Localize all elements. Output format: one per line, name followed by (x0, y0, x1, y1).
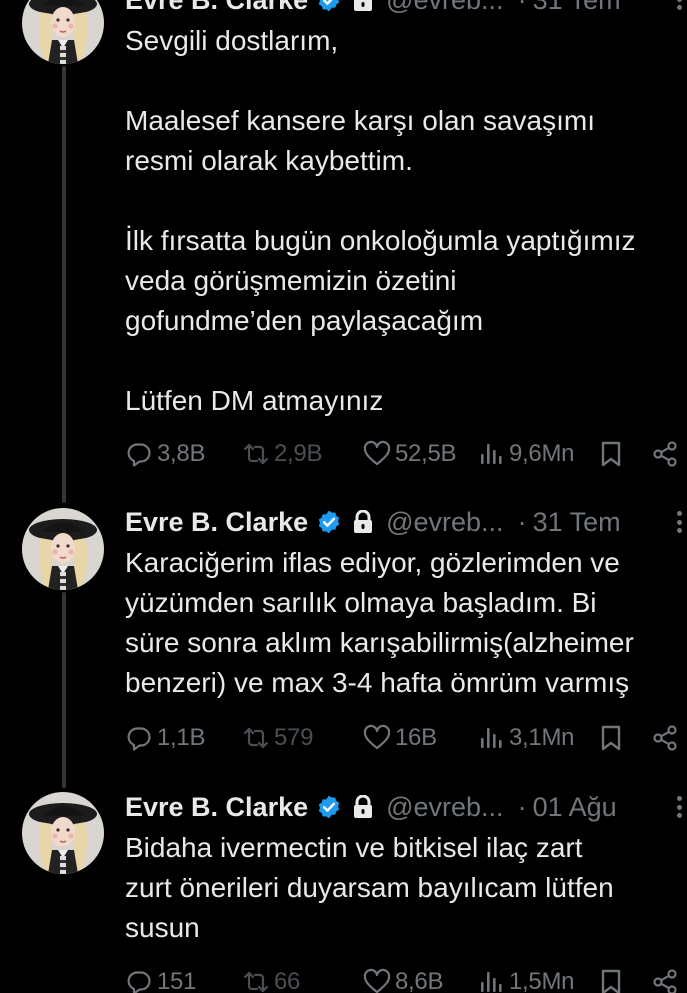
tweet-text: Sevgili dostlarım, Maalesef kansere karş… (125, 21, 687, 421)
repost-button[interactable]: 66 (242, 964, 300, 993)
heart-icon (363, 968, 391, 993)
text-line: Bidaha ivermectin ve bitkisel ilaç zart (125, 832, 583, 863)
like-button[interactable]: 8,6B (363, 964, 443, 993)
views-count: 9,6Mn (509, 440, 575, 467)
reply-count: 3,8B (157, 440, 206, 467)
text-line: Maalesef kansere karşı olan savaşımı (125, 105, 595, 136)
lock-icon (352, 0, 374, 12)
author-handle[interactable]: @evreb... (386, 792, 503, 823)
like-count: 52,5B (395, 440, 457, 467)
views-button[interactable]: 9,6Mn (477, 436, 575, 472)
share-button[interactable] (651, 964, 679, 993)
views-count: 1,5Mn (509, 968, 575, 993)
tweet-text: Karaciğerim iflas ediyor, gözlerimden ve… (125, 543, 687, 703)
text-line: gofundme’den paylaşacağım (125, 305, 484, 336)
bookmark-button[interactable] (597, 720, 625, 756)
like-count: 16B (395, 724, 437, 751)
author-name[interactable]: Evre B. Clarke (125, 0, 308, 16)
text-line: zurt önerileri duyarsam bayılıcam lütfen (125, 872, 614, 903)
reply-count: 151 (157, 968, 197, 993)
share-icon (653, 441, 677, 467)
bookmark-button[interactable] (597, 964, 625, 993)
text-line: susun (125, 912, 200, 943)
share-button[interactable] (651, 720, 679, 756)
speech-bubble-icon (127, 443, 151, 467)
avatar[interactable] (22, 508, 104, 590)
text-line: Karaciğerim iflas ediyor, gözlerimden ve (125, 547, 620, 578)
share-icon (653, 725, 677, 751)
avatar[interactable] (22, 792, 104, 874)
lock-icon (352, 510, 374, 534)
more-vertical-icon[interactable] (674, 792, 684, 822)
separator-dot: · (517, 791, 527, 822)
views-button[interactable]: 3,1Mn (477, 720, 575, 756)
tweet-actions: 1,1B 579 16B 3,1Mn (125, 720, 687, 756)
thread-line (62, 66, 66, 503)
like-button[interactable]: 16B (363, 720, 437, 756)
reply-button[interactable]: 151 (125, 964, 196, 993)
tweet-date[interactable]: 31 Tem (533, 507, 621, 538)
verified-badge-icon (317, 509, 341, 535)
tweet-actions: 3,8B 2,9B 52,5B 9,6Mn (125, 436, 687, 472)
repost-count: 66 (274, 968, 301, 993)
author-handle[interactable]: @evreb... (386, 0, 503, 16)
more-vertical-icon[interactable] (674, 0, 684, 14)
text-line: süre sonra aklım karışabilirmiş(alzheime… (125, 627, 634, 658)
heart-icon (363, 440, 391, 466)
separator-dot: · (517, 506, 527, 537)
like-button[interactable]: 52,5B (363, 436, 457, 472)
text-line: Sevgili dostlarım, (125, 25, 339, 56)
bookmark-icon (601, 441, 621, 467)
heart-icon (363, 724, 391, 750)
bookmark-icon (601, 969, 621, 993)
text-line: Lütfen DM atmayınız (125, 385, 384, 416)
tweet-actions: 151 66 8,6B 1,5Mn (125, 964, 687, 993)
speech-bubble-icon (127, 727, 151, 751)
bookmark-button[interactable] (597, 436, 625, 472)
reply-button[interactable]: 1,1B (125, 720, 205, 756)
tweet-header: Evre B. Clarke @evreb... · 31 Tem (125, 505, 621, 539)
text-line: resmi olarak kaybettim. (125, 145, 413, 176)
repost-arrows-icon (243, 443, 269, 465)
author-name[interactable]: Evre B. Clarke (125, 792, 308, 823)
tweet-header: Evre B. Clarke @evreb... · 01 Ağu (125, 790, 617, 824)
separator-dot: · (518, 0, 527, 16)
repost-count: 2,9B (274, 440, 323, 467)
views-button[interactable]: 1,5Mn (477, 964, 575, 993)
repost-count: 579 (274, 724, 314, 751)
text-line: benzeri) ve max 3-4 hafta ömrüm varmış (125, 667, 630, 698)
repost-button[interactable]: 579 (242, 720, 313, 756)
views-count: 3,1Mn (509, 724, 575, 751)
tweet-date[interactable]: 31 Tem (533, 0, 621, 16)
share-icon (653, 969, 677, 993)
repost-arrows-icon (243, 971, 269, 993)
tweet-header: Evre B. Clarke @evreb... · 31 Tem (125, 0, 621, 17)
tweet-date[interactable]: 01 Ağu (533, 792, 617, 823)
lock-icon (352, 795, 374, 819)
text-line: yüzümden sarılık olmaya başladım. Bi (125, 587, 597, 618)
bookmark-icon (601, 725, 621, 751)
verified-badge-icon (317, 794, 341, 820)
thread-line (62, 592, 66, 788)
repost-button[interactable]: 2,9B (242, 436, 322, 472)
bar-chart-icon (481, 972, 502, 992)
repost-arrows-icon (243, 727, 269, 749)
like-count: 8,6B (395, 968, 444, 993)
reply-button[interactable]: 3,8B (125, 436, 205, 472)
text-line: veda görüşmemizin özetini (125, 265, 457, 296)
author-handle[interactable]: @evreb... (386, 507, 503, 538)
tweet-text: Bidaha ivermectin ve bitkisel ilaç zart … (125, 828, 687, 948)
verified-badge-icon (317, 0, 341, 13)
bar-chart-icon (481, 444, 502, 464)
author-name[interactable]: Evre B. Clarke (125, 507, 308, 538)
avatar[interactable] (22, 0, 104, 64)
bar-chart-icon (481, 728, 502, 748)
reply-count: 1,1B (157, 724, 206, 751)
text-line: İlk fırsatta bugün onkoloğumla yaptığımı… (125, 225, 636, 256)
more-vertical-icon[interactable] (674, 507, 684, 537)
speech-bubble-icon (127, 971, 151, 993)
share-button[interactable] (651, 436, 679, 472)
